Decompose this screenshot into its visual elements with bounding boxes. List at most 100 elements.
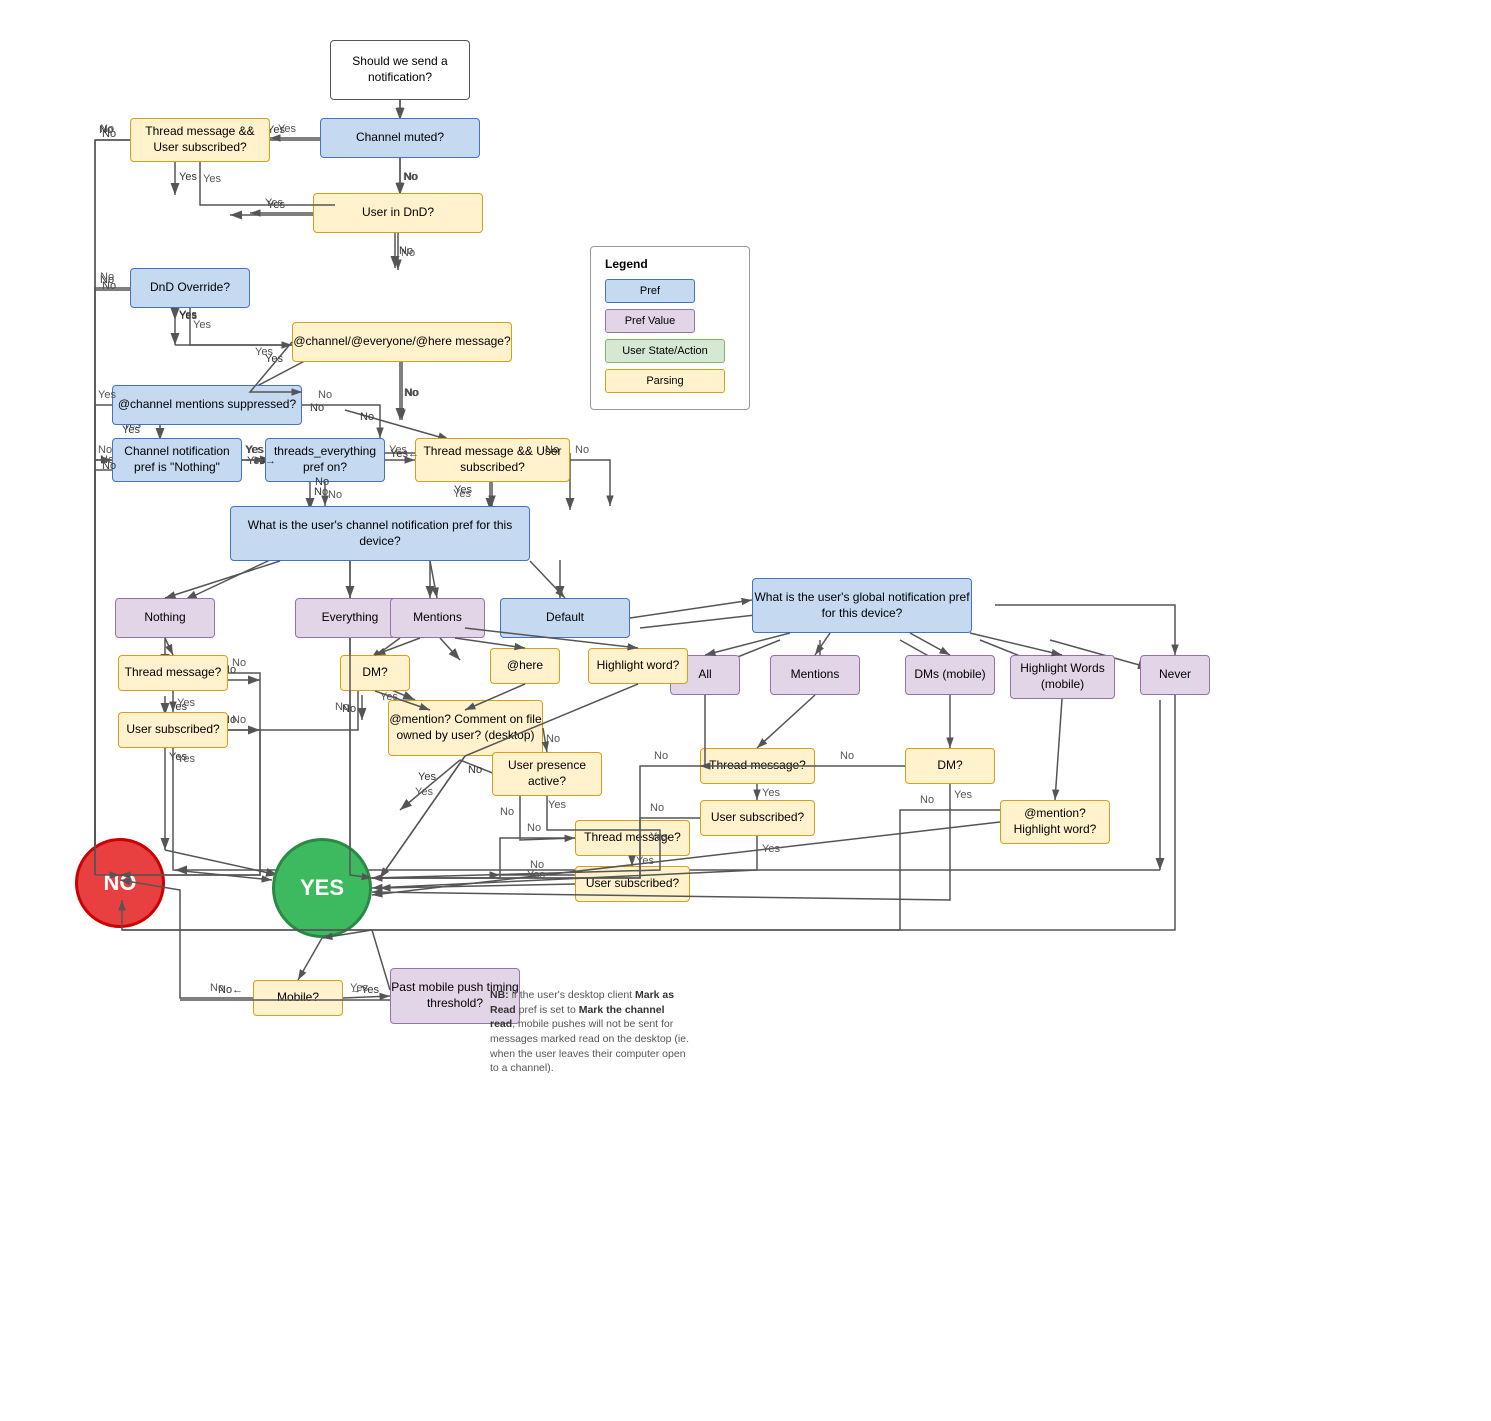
dm2-label: DM? bbox=[937, 758, 962, 774]
svg-text:No: No bbox=[401, 247, 415, 259]
svg-text:Yes: Yes bbox=[453, 488, 471, 500]
svg-text:Yes: Yes bbox=[527, 869, 545, 881]
user-dnd-node: User in DnD? bbox=[313, 193, 483, 233]
svg-text:Yes: Yes bbox=[177, 697, 195, 709]
dnd-override-label: DnD Override? bbox=[150, 280, 230, 296]
label-no-thread-user-sub2: No bbox=[545, 444, 559, 456]
user-presence-node: User presence active? bbox=[492, 752, 602, 796]
diagram-container: Yes No No Yes Yes No No Yes Yes No bbox=[0, 0, 1491, 1421]
pref-nothing-node: Nothing bbox=[115, 598, 215, 638]
channel-pref-question-label: What is the user's channel notification … bbox=[231, 518, 529, 549]
highlight-word1-label: Highlight word? bbox=[597, 658, 680, 674]
svg-arrows: Yes No No Yes Yes No No Yes Yes No bbox=[0, 0, 1491, 1421]
thread-msg1-label: Thread message? bbox=[125, 665, 222, 681]
thread-user-sub1-label: Thread message && User subscribed? bbox=[131, 124, 269, 155]
svg-text:Yes: Yes bbox=[762, 843, 780, 855]
global-pref-question-label: What is the user's global notification p… bbox=[753, 590, 971, 621]
label-yes-channel-notif: Yes→ bbox=[247, 455, 276, 467]
start-node: Should we send a notification? bbox=[330, 40, 470, 100]
pref-everything-node: Everything bbox=[295, 598, 405, 638]
legend-box-parsing: Parsing bbox=[605, 369, 725, 393]
svg-text:No: No bbox=[399, 245, 413, 257]
svg-text:Yes: Yes bbox=[179, 171, 197, 183]
at-here-node: @here bbox=[490, 648, 560, 684]
user-subscribed3-node: User subscribed? bbox=[575, 866, 690, 902]
nb-mark-channel-read: Mark the channel read bbox=[490, 1004, 665, 1031]
legend-box-user-state: User State/Action bbox=[605, 339, 725, 363]
legend-item-parsing: Parsing bbox=[605, 369, 735, 393]
label-yes-mobile: →Yes bbox=[350, 984, 379, 996]
global-pref-question-node: What is the user's global notification p… bbox=[752, 578, 972, 633]
mobile-node: Mobile? bbox=[253, 980, 343, 1016]
svg-text:No: No bbox=[654, 750, 668, 762]
yes-circle: YES bbox=[272, 838, 372, 938]
global-highlight-mobile-label: Highlight Words (mobile) bbox=[1011, 661, 1114, 692]
legend-item-pref: Pref bbox=[605, 279, 735, 303]
svg-text:Yes: Yes bbox=[418, 771, 436, 783]
at-here-label: @here bbox=[507, 658, 543, 674]
thread-user-sub1-node: Thread message && User subscribed? bbox=[130, 118, 270, 162]
channel-muted-label: Channel muted? bbox=[356, 130, 444, 146]
channel-everyone-node: @channel/@everyone/@here message? bbox=[292, 322, 512, 362]
channel-mentions-suppressed-node: @channel mentions suppressed? bbox=[112, 385, 302, 425]
dnd-override-node: DnD Override? bbox=[130, 268, 250, 308]
svg-text:Yes: Yes bbox=[203, 173, 221, 185]
channel-notif-nothing-node: Channel notification pref is "Nothing" bbox=[112, 438, 242, 482]
svg-text:No: No bbox=[404, 171, 418, 183]
pref-mentions-node: Mentions bbox=[390, 598, 485, 638]
legend-pref-label: Pref bbox=[640, 285, 660, 297]
user-subscribed3-label: User subscribed? bbox=[586, 876, 679, 892]
svg-text:Yes: Yes bbox=[454, 484, 472, 496]
user-presence-label: User presence active? bbox=[493, 758, 601, 789]
dm2-node: DM? bbox=[905, 748, 995, 784]
label-yes-threads-everything: Yes← bbox=[390, 448, 419, 460]
start-label: Should we send a notification? bbox=[331, 54, 469, 85]
svg-text:No: No bbox=[405, 387, 419, 399]
legend-item-pref-value: Pref Value bbox=[605, 309, 735, 333]
svg-text:No: No bbox=[328, 489, 342, 501]
label-no-mobile: No← bbox=[218, 984, 243, 996]
pref-mentions-label: Mentions bbox=[413, 610, 462, 626]
label-no-threads-everything: No bbox=[315, 476, 329, 488]
thread-msg3-label: Thread message? bbox=[584, 830, 681, 846]
thread-msg3-node: Thread message? bbox=[575, 820, 690, 856]
svg-text:Yes: Yes bbox=[267, 199, 285, 211]
label-no-thread-sub1: No bbox=[102, 128, 116, 140]
legend-user-state-label: User State/Action bbox=[622, 345, 708, 357]
channel-everyone-label: @channel/@everyone/@here message? bbox=[293, 334, 510, 350]
svg-text:Yes: Yes bbox=[954, 789, 972, 801]
pref-everything-label: Everything bbox=[322, 610, 379, 626]
user-subscribed1-node: User subscribed? bbox=[118, 712, 228, 748]
svg-text:No: No bbox=[650, 802, 664, 814]
user-subscribed2-label: User subscribed? bbox=[711, 810, 804, 826]
channel-muted-node: Channel muted? bbox=[320, 118, 480, 158]
svg-text:No: No bbox=[500, 806, 514, 818]
global-never-label: Never bbox=[1159, 667, 1191, 683]
global-highlight-mobile-node: Highlight Words (mobile) bbox=[1010, 655, 1115, 699]
label-no-channel-notif: No bbox=[102, 460, 116, 472]
legend-parsing-label: Parsing bbox=[646, 375, 683, 387]
svg-text:No: No bbox=[98, 444, 112, 456]
channel-pref-question-node: What is the user's channel notification … bbox=[230, 506, 530, 561]
svg-text:No: No bbox=[920, 794, 934, 806]
svg-text:No: No bbox=[575, 444, 589, 456]
label-yes-channel-mentions: Yes bbox=[122, 424, 140, 436]
nb-strong: NB: bbox=[490, 989, 509, 1001]
thread-msg2-label: Thread message? bbox=[709, 758, 806, 774]
global-dms-mobile-label: DMs (mobile) bbox=[914, 667, 985, 683]
svg-text:No: No bbox=[527, 822, 541, 834]
svg-text:Yes: Yes bbox=[177, 753, 195, 765]
svg-text:No: No bbox=[546, 733, 560, 745]
dm1-node: DM? bbox=[340, 655, 410, 691]
svg-text:No: No bbox=[232, 657, 246, 669]
no-circle: NO bbox=[75, 838, 165, 928]
svg-text:Yes: Yes bbox=[415, 786, 433, 798]
svg-arrows-detail: Yes No No Yes Yes No No Yes Yes No Yes bbox=[0, 0, 1491, 1421]
svg-text:No: No bbox=[318, 389, 332, 401]
svg-text:No: No bbox=[404, 387, 418, 399]
svg-text:No: No bbox=[335, 701, 349, 713]
svg-text:No: No bbox=[468, 764, 482, 776]
svg-text:No: No bbox=[403, 171, 417, 183]
global-all-label: All bbox=[698, 667, 711, 683]
svg-text:Yes: Yes bbox=[265, 197, 283, 209]
